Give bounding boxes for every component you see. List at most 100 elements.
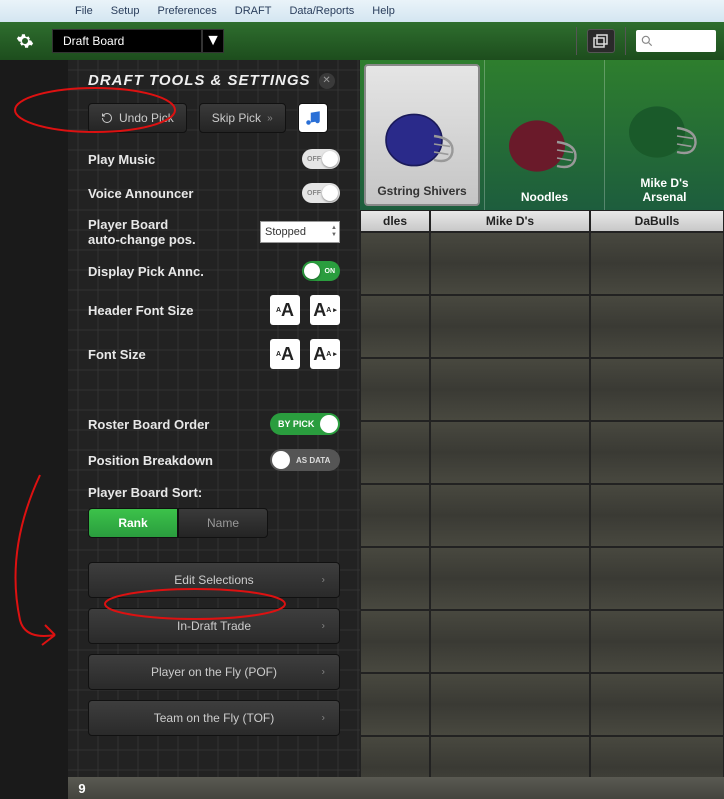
header-font-increase-button[interactable]: AA▸	[310, 295, 340, 325]
grid-row	[360, 484, 724, 547]
grid-row	[360, 358, 724, 421]
team-name: Noodles	[521, 190, 568, 204]
grid-cell[interactable]	[590, 610, 724, 673]
grid-cell[interactable]	[430, 610, 590, 673]
close-icon[interactable]: ✕	[319, 73, 335, 89]
roster-order-toggle[interactable]: BY PICK	[270, 413, 340, 435]
grid-cell[interactable]	[430, 547, 590, 610]
display-pick-annc-toggle[interactable]: ON	[302, 261, 340, 281]
gear-icon[interactable]	[13, 29, 37, 53]
menu-bar: File Setup Preferences DRAFT Data/Report…	[0, 0, 724, 22]
grid-cell[interactable]	[590, 484, 724, 547]
spinner-value: Stopped	[265, 226, 306, 238]
undo-pick-button[interactable]: Undo Pick	[88, 103, 187, 133]
font-increase-button[interactable]: AA▸	[310, 339, 340, 369]
chevron-right-icon: ›	[322, 621, 325, 632]
team-card-selected[interactable]: Gstring Shivers	[364, 64, 480, 206]
grid-cell[interactable]	[430, 484, 590, 547]
menu-setup[interactable]: Setup	[111, 5, 140, 17]
grid-cell[interactable]	[430, 421, 590, 484]
chevron-right-icon: ›	[322, 667, 325, 678]
auto-change-spinner[interactable]: Stopped ▲▼	[260, 221, 340, 243]
window-icon[interactable]	[587, 29, 615, 53]
grid-cell[interactable]	[430, 232, 590, 295]
tof-label: Team on the Fly (TOF)	[154, 711, 274, 725]
play-music-toggle[interactable]: OFF	[302, 149, 340, 169]
grid-cell[interactable]	[590, 358, 724, 421]
grid-row	[360, 547, 724, 610]
grid-cell[interactable]	[590, 232, 724, 295]
grid-cell[interactable]	[590, 421, 724, 484]
menu-data-reports[interactable]: Data/Reports	[289, 5, 354, 17]
helmet-icon	[382, 108, 462, 178]
sort-rank-option[interactable]: Rank	[88, 508, 178, 538]
team-card[interactable]: Noodles	[484, 60, 604, 210]
divider	[576, 27, 577, 55]
grid-cell[interactable]	[360, 610, 430, 673]
col-header: DaBulls	[590, 210, 724, 232]
toggle-knob	[304, 263, 320, 279]
col-header: Mike D's	[430, 210, 590, 232]
draft-board-label: Draft Board	[52, 29, 202, 53]
pof-label: Player on the Fly (POF)	[151, 665, 277, 679]
grid-cell[interactable]	[360, 673, 430, 736]
refresh-icon	[101, 112, 113, 124]
grid-cell[interactable]	[360, 358, 430, 421]
grid-cell[interactable]	[430, 358, 590, 421]
grid-cell[interactable]	[360, 484, 430, 547]
grid-cell[interactable]	[590, 547, 724, 610]
grid-cell[interactable]	[590, 673, 724, 736]
voice-announcer-toggle[interactable]: OFF	[302, 183, 340, 203]
position-breakdown-label: Position Breakdown	[88, 453, 213, 468]
grid-row	[360, 610, 724, 673]
grid-cell[interactable]	[360, 421, 430, 484]
search-icon	[640, 34, 654, 48]
font-decrease-button[interactable]: AA	[270, 339, 300, 369]
voice-announcer-label: Voice Announcer	[88, 186, 193, 201]
grid-header: dles Mike D's DaBulls	[360, 210, 724, 232]
menu-preferences[interactable]: Preferences	[157, 5, 216, 17]
divider	[625, 27, 626, 55]
grid-cell[interactable]	[360, 295, 430, 358]
helmet-icon	[625, 100, 705, 170]
skip-pick-button[interactable]: Skip Pick »	[199, 103, 286, 133]
auto-change-label: Player Board auto-change pos.	[88, 217, 196, 247]
edit-selections-button[interactable]: Edit Selections ›	[88, 562, 340, 598]
draft-board-select[interactable]: Draft Board ▼	[52, 29, 224, 53]
grid-cell[interactable]	[590, 295, 724, 358]
grid-cell[interactable]	[360, 232, 430, 295]
position-breakdown-toggle[interactable]: AS DATA	[270, 449, 340, 471]
grid-cell[interactable]	[360, 547, 430, 610]
toggle-off-label: OFF	[307, 190, 321, 197]
dropdown-arrow-icon[interactable]: ▼	[202, 29, 224, 53]
toggle-knob	[322, 151, 338, 167]
menu-file[interactable]: File	[75, 5, 93, 17]
undo-pick-label: Undo Pick	[119, 111, 174, 125]
in-draft-trade-button[interactable]: In-Draft Trade ›	[88, 608, 340, 644]
footer-bar: 9	[68, 777, 724, 799]
grid-cell[interactable]	[430, 295, 590, 358]
menu-help[interactable]: Help	[372, 5, 395, 17]
team-on-fly-button[interactable]: Team on the Fly (TOF) ›	[88, 700, 340, 736]
toolbar: Draft Board ▼	[0, 22, 724, 60]
player-board-sort-label: Player Board Sort:	[88, 485, 202, 500]
player-on-fly-button[interactable]: Player on the Fly (POF) ›	[88, 654, 340, 690]
draft-tools-panel: DRAFT TOOLS & SETTINGS ✕ Undo Pick Skip …	[68, 60, 360, 799]
music-button[interactable]	[298, 103, 328, 133]
team-name: Mike D'sArsenal	[640, 176, 688, 204]
toggle-on-label: ON	[325, 268, 336, 275]
grid-cell[interactable]	[430, 673, 590, 736]
grid-row	[360, 421, 724, 484]
sort-name-option[interactable]: Name	[178, 508, 268, 538]
roster-order-label: Roster Board Order	[88, 417, 209, 432]
in-draft-trade-label: In-Draft Trade	[177, 619, 251, 633]
spinner-arrows-icon[interactable]: ▲▼	[331, 225, 337, 239]
round-number: 9	[68, 781, 96, 796]
by-pick-label: BY PICK	[278, 419, 314, 429]
toggle-knob	[272, 451, 290, 469]
as-data-label: AS DATA	[296, 456, 330, 465]
menu-draft[interactable]: DRAFT	[235, 5, 272, 17]
team-card[interactable]: Mike D'sArsenal	[604, 60, 724, 210]
search-input[interactable]	[636, 30, 716, 52]
header-font-decrease-button[interactable]: AA	[270, 295, 300, 325]
